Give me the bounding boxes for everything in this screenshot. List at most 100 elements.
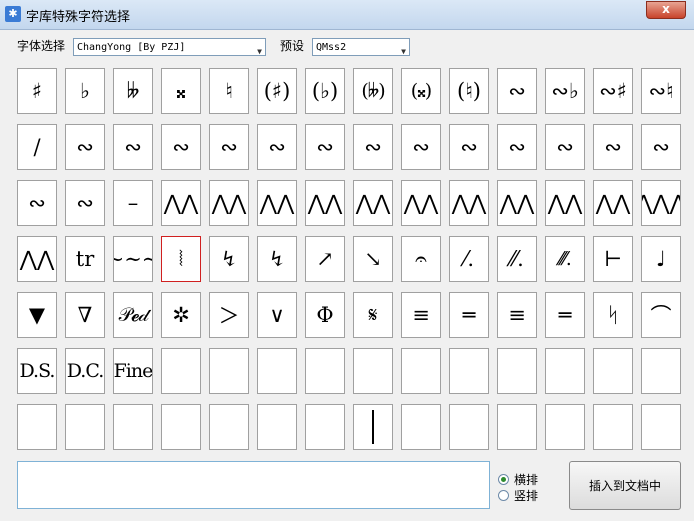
symbol-cell-r3-c11[interactable]: ⁄⁄⁄. — [545, 236, 585, 282]
symbol-cell-r2-c12[interactable]: ⋀⋀ — [593, 180, 633, 226]
symbol-cell-r4-c9[interactable]: ═ — [449, 292, 489, 338]
symbol-cell-r3-c0[interactable]: ⋀⋀ — [17, 236, 57, 282]
symbol-cell-r2-c7[interactable]: ⋀⋀ — [353, 180, 393, 226]
symbol-cell-r1-c8[interactable]: ∾ — [401, 124, 441, 170]
symbol-cell-r6-c1[interactable] — [65, 404, 105, 450]
symbol-cell-r1-c1[interactable]: ∾ — [65, 124, 105, 170]
symbol-cell-r6-c10[interactable] — [497, 404, 537, 450]
symbol-cell-r4-c4[interactable]: ＞ — [209, 292, 249, 338]
symbol-cell-r4-c2[interactable]: 𝒫𝓮𝒹 — [113, 292, 153, 338]
symbol-cell-r5-c0[interactable]: D.S. — [17, 348, 57, 394]
symbol-cell-r4-c8[interactable]: ≡ — [401, 292, 441, 338]
symbol-cell-r0-c12[interactable]: ∾♯ — [593, 68, 633, 114]
symbol-cell-r3-c12[interactable]: ⊢ — [593, 236, 633, 282]
symbol-cell-r1-c4[interactable]: ∾ — [209, 124, 249, 170]
symbol-cell-r1-c11[interactable]: ∾ — [545, 124, 585, 170]
symbol-cell-r1-c0[interactable]: / — [17, 124, 57, 170]
symbol-cell-r2-c6[interactable]: ⋀⋀ — [305, 180, 345, 226]
symbol-cell-r1-c7[interactable]: ∾ — [353, 124, 393, 170]
symbol-cell-r0-c1[interactable]: ♭ — [65, 68, 105, 114]
symbol-cell-r1-c13[interactable]: ∾ — [641, 124, 681, 170]
symbol-cell-r4-c11[interactable]: ═ — [545, 292, 585, 338]
symbol-cell-r5-c12[interactable] — [593, 348, 633, 394]
symbol-cell-r3-c4[interactable]: ↯ — [209, 236, 249, 282]
symbol-cell-r2-c13[interactable]: ⋀⋀⋀ — [641, 180, 681, 226]
symbol-cell-r3-c3[interactable]: ⦚ — [161, 236, 201, 282]
symbol-cell-r3-c10[interactable]: ⁄⁄. — [497, 236, 537, 282]
symbol-cell-r2-c8[interactable]: ⋀⋀ — [401, 180, 441, 226]
symbol-cell-r0-c10[interactable]: ∾ — [497, 68, 537, 114]
symbol-cell-r3-c9[interactable]: ⁄. — [449, 236, 489, 282]
symbol-cell-r5-c3[interactable] — [161, 348, 201, 394]
symbol-cell-r5-c10[interactable] — [497, 348, 537, 394]
symbol-cell-r6-c0[interactable] — [17, 404, 57, 450]
symbol-cell-r0-c13[interactable]: ∾♮ — [641, 68, 681, 114]
symbol-cell-r1-c3[interactable]: ∾ — [161, 124, 201, 170]
symbol-cell-r6-c5[interactable] — [257, 404, 297, 450]
symbol-cell-r6-c11[interactable] — [545, 404, 585, 450]
symbol-cell-r6-c9[interactable] — [449, 404, 489, 450]
symbol-cell-r6-c12[interactable] — [593, 404, 633, 450]
symbol-cell-r2-c2[interactable]: – — [113, 180, 153, 226]
symbol-cell-r3-c1[interactable]: tr — [65, 236, 105, 282]
symbol-cell-r3-c2[interactable]: ∼∼∼ — [113, 236, 153, 282]
symbol-cell-r6-c3[interactable] — [161, 404, 201, 450]
symbol-cell-r3-c13[interactable]: ♩ — [641, 236, 681, 282]
symbol-cell-r4-c10[interactable]: ≡ — [497, 292, 537, 338]
symbol-cell-r4-c13[interactable]: ⌒ — [641, 292, 681, 338]
symbol-cell-r1-c2[interactable]: ∾ — [113, 124, 153, 170]
symbol-cell-r0-c5[interactable]: (♯) — [257, 68, 297, 114]
symbol-cell-r1-c12[interactable]: ∾ — [593, 124, 633, 170]
symbol-cell-r5-c8[interactable] — [401, 348, 441, 394]
symbol-cell-r3-c6[interactable]: ↗ — [305, 236, 345, 282]
symbol-cell-r4-c7[interactable]: 𝄋 — [353, 292, 393, 338]
symbol-cell-r4-c3[interactable]: ✲ — [161, 292, 201, 338]
symbol-cell-r2-c3[interactable]: ⋀⋀ — [161, 180, 201, 226]
symbol-cell-r4-c12[interactable]: ᛋ — [593, 292, 633, 338]
symbol-cell-r0-c0[interactable]: ♯ — [17, 68, 57, 114]
radio-vertical[interactable]: 竖排 — [498, 487, 538, 504]
symbol-cell-r0-c11[interactable]: ∾♭ — [545, 68, 585, 114]
symbol-cell-r1-c10[interactable]: ∾ — [497, 124, 537, 170]
symbol-cell-r2-c9[interactable]: ⋀⋀ — [449, 180, 489, 226]
symbol-cell-r3-c7[interactable]: ↘ — [353, 236, 393, 282]
symbol-cell-r3-c8[interactable]: 𝄐 — [401, 236, 441, 282]
symbol-cell-r6-c8[interactable] — [401, 404, 441, 450]
symbol-cell-r5-c5[interactable] — [257, 348, 297, 394]
symbol-cell-r4-c5[interactable]: ∨ — [257, 292, 297, 338]
symbol-cell-r0-c4[interactable]: ♮ — [209, 68, 249, 114]
symbol-cell-r5-c6[interactable] — [305, 348, 345, 394]
close-button[interactable]: x — [646, 1, 686, 19]
symbol-cell-r6-c6[interactable] — [305, 404, 345, 450]
symbol-cell-r2-c11[interactable]: ⋀⋀ — [545, 180, 585, 226]
symbol-cell-r0-c6[interactable]: (♭) — [305, 68, 345, 114]
symbol-cell-r5-c1[interactable]: D.C. — [65, 348, 105, 394]
symbol-cell-r2-c10[interactable]: ⋀⋀ — [497, 180, 537, 226]
symbol-cell-r1-c5[interactable]: ∾ — [257, 124, 297, 170]
symbol-text-input[interactable] — [17, 461, 490, 509]
symbol-cell-r4-c0[interactable]: ▼ — [17, 292, 57, 338]
symbol-cell-r0-c7[interactable]: (𝄫) — [353, 68, 393, 114]
preset-select[interactable]: QMss2 ▼ — [312, 38, 410, 56]
symbol-cell-r6-c13[interactable] — [641, 404, 681, 450]
symbol-cell-r5-c9[interactable] — [449, 348, 489, 394]
insert-button[interactable]: 插入到文档中 — [569, 461, 681, 510]
symbol-cell-r5-c7[interactable] — [353, 348, 393, 394]
symbol-cell-r4-c6[interactable]: Φ — [305, 292, 345, 338]
symbol-cell-r5-c11[interactable] — [545, 348, 585, 394]
symbol-cell-r4-c1[interactable]: ∇ — [65, 292, 105, 338]
symbol-cell-r3-c5[interactable]: ↯ — [257, 236, 297, 282]
symbol-cell-r6-c2[interactable] — [113, 404, 153, 450]
symbol-cell-r0-c2[interactable]: 𝄫 — [113, 68, 153, 114]
symbol-cell-r6-c4[interactable] — [209, 404, 249, 450]
symbol-cell-r1-c6[interactable]: ∾ — [305, 124, 345, 170]
symbol-cell-r5-c4[interactable] — [209, 348, 249, 394]
symbol-cell-r5-c13[interactable] — [641, 348, 681, 394]
symbol-cell-r0-c9[interactable]: (♮) — [449, 68, 489, 114]
symbol-cell-r2-c0[interactable]: ∾ — [17, 180, 57, 226]
symbol-cell-r5-c2[interactable]: Fine — [113, 348, 153, 394]
font-select[interactable]: ChangYong [By PZJ] ▼ — [73, 38, 266, 56]
symbol-cell-r0-c8[interactable]: (𝄪) — [401, 68, 441, 114]
symbol-cell-r1-c9[interactable]: ∾ — [449, 124, 489, 170]
symbol-cell-r2-c5[interactable]: ⋀⋀ — [257, 180, 297, 226]
